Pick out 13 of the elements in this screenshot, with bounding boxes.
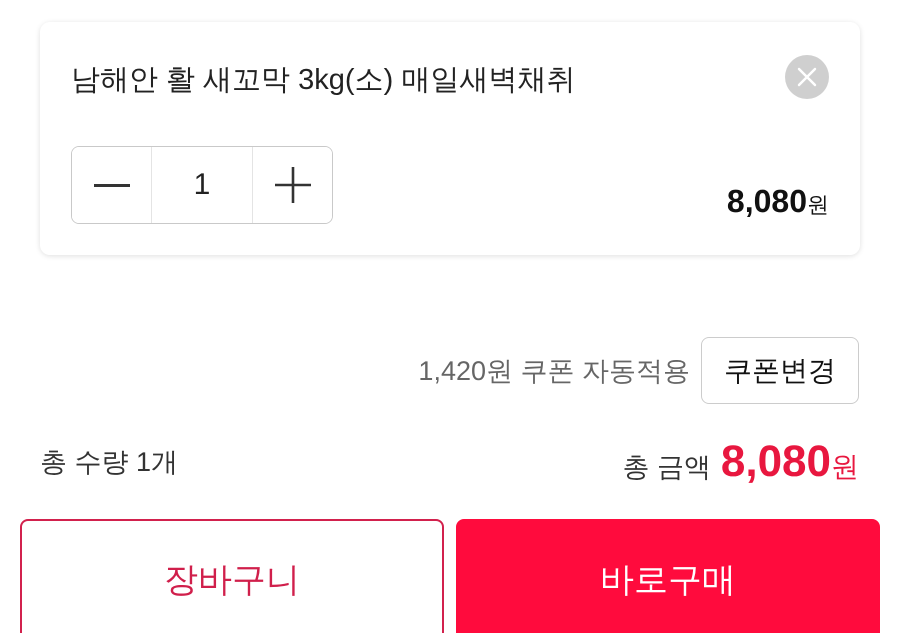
total-label: 총 금액	[622, 451, 711, 484]
product-title: 남해안 활 새꼬막 3kg(소) 매일새벽채취	[71, 63, 576, 98]
total-amount: 8,080원	[720, 437, 859, 487]
cart-button[interactable]: 장바구니	[20, 519, 444, 633]
coupon-info: 1,420원 쿠폰 자동적용	[418, 354, 690, 388]
item-price: 8,080원	[726, 183, 829, 220]
plus-icon	[274, 167, 310, 203]
total-quantity: 총 수량 1개	[40, 446, 178, 479]
coupon-change-button[interactable]: 쿠폰변경	[701, 337, 859, 404]
close-icon	[785, 55, 829, 99]
minus-icon	[94, 184, 130, 186]
close-button[interactable]	[785, 55, 829, 99]
buy-now-button[interactable]: 바로구매	[456, 519, 880, 633]
